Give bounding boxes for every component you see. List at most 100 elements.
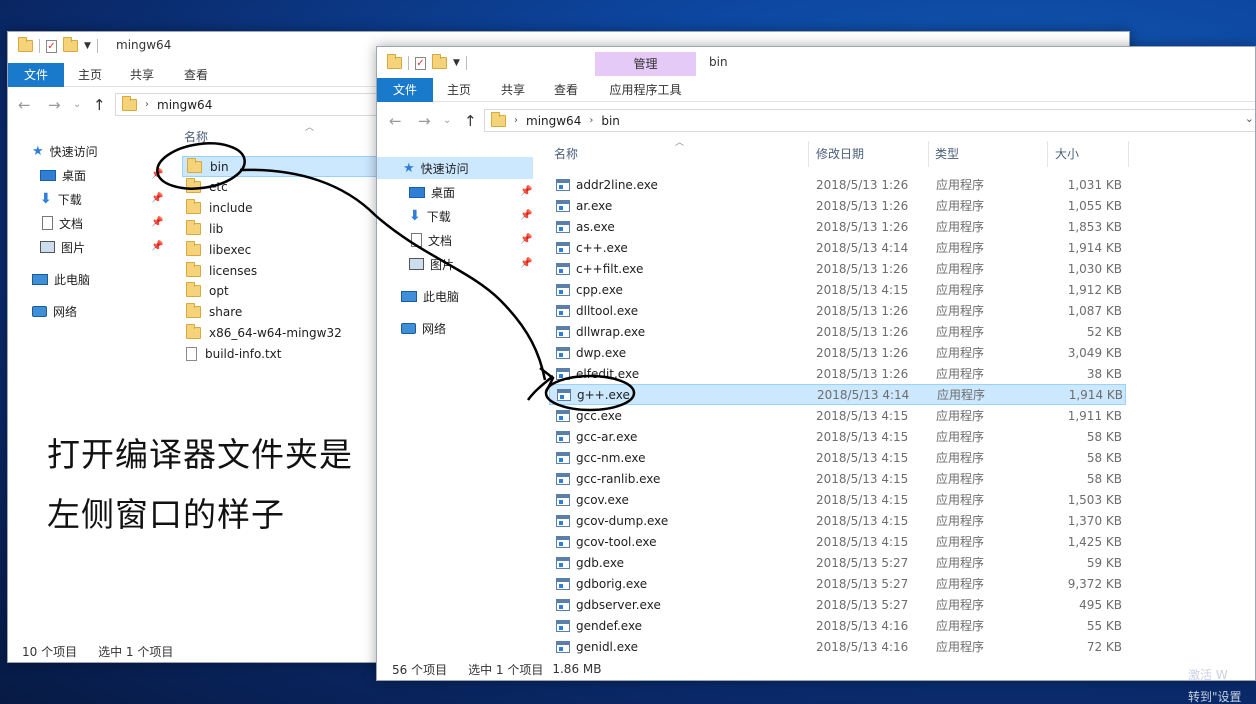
tab-view[interactable]: 查看 <box>546 78 586 102</box>
breadcrumb-bin[interactable]: bin <box>601 114 620 128</box>
tab-manage[interactable]: 管理 <box>595 52 696 76</box>
forward-arrow-icon[interactable]: → <box>418 112 431 130</box>
table-row[interactable]: dlltool.exe 2018/5/13 1:26 应用程序 1,087 KB <box>549 300 1126 321</box>
pin-icon[interactable]: 📌 <box>520 186 532 197</box>
table-row[interactable]: gcc.exe 2018/5/13 4:15 应用程序 1,911 KB <box>549 405 1126 426</box>
nav-this-pc[interactable]: 此电脑 <box>32 268 90 290</box>
column-header-type[interactable]: 类型 <box>935 141 1045 167</box>
pin-icon[interactable]: 📌 <box>520 234 532 245</box>
list-item[interactable]: lib <box>186 218 376 239</box>
properties-icon[interactable]: ✓ <box>46 39 57 53</box>
table-row[interactable]: gcov.exe 2018/5/13 4:15 应用程序 1,503 KB <box>549 489 1126 510</box>
pin-icon[interactable]: 📌 <box>520 258 532 269</box>
column-header-name[interactable]: 名称 <box>554 141 804 167</box>
breadcrumb-separator-icon[interactable]: › <box>145 99 149 110</box>
table-row[interactable]: as.exe 2018/5/13 1:26 应用程序 1,853 KB <box>549 216 1126 237</box>
column-divider[interactable] <box>1128 141 1129 167</box>
pin-icon[interactable]: 📌 <box>151 169 163 180</box>
back-arrow-icon[interactable]: ← <box>389 112 402 130</box>
list-item[interactable]: build-info.txt <box>186 343 376 364</box>
column-header-date[interactable]: 修改日期 <box>816 141 926 167</box>
tab-home[interactable]: 主页 <box>70 63 110 87</box>
table-row[interactable]: c++filt.exe 2018/5/13 1:26 应用程序 1,030 KB <box>549 258 1126 279</box>
list-item[interactable]: share <box>186 302 376 323</box>
tab-home[interactable]: 主页 <box>439 78 479 102</box>
pin-icon[interactable]: 📌 <box>151 241 163 252</box>
table-row[interactable]: gcc-ranlib.exe 2018/5/13 4:15 应用程序 58 KB <box>549 468 1126 489</box>
folder-icon[interactable] <box>18 37 33 52</box>
back-arrow-icon[interactable]: ← <box>18 96 31 114</box>
forward-arrow-icon[interactable]: → <box>48 96 61 114</box>
tab-file[interactable]: 文件 <box>377 78 433 102</box>
list-item[interactable]: opt <box>186 281 376 302</box>
table-row[interactable]: gcov-dump.exe 2018/5/13 4:15 应用程序 1,370 KB <box>549 510 1126 531</box>
chevron-down-icon[interactable]: ▼ <box>84 41 91 51</box>
breadcrumb-separator-icon[interactable]: › <box>514 115 518 126</box>
column-divider[interactable] <box>928 141 929 167</box>
recent-chevron-icon[interactable]: ⌄ <box>443 115 451 126</box>
table-row[interactable]: gcc-nm.exe 2018/5/13 4:15 应用程序 58 KB <box>549 447 1126 468</box>
column-divider[interactable] <box>808 141 809 167</box>
nav-this-pc[interactable]: 此电脑 <box>401 285 459 307</box>
new-folder-icon[interactable] <box>63 37 78 52</box>
column-header-size[interactable]: 大小 <box>1055 141 1125 167</box>
column-divider[interactable] <box>1047 141 1048 167</box>
list-item[interactable]: include <box>186 198 376 219</box>
recent-chevron-icon[interactable]: ⌄ <box>73 99 81 110</box>
nav-downloads[interactable]: ⬇ 下载 <box>40 188 82 210</box>
nav-quick-access[interactable]: ★ 快速访问 <box>377 157 533 179</box>
breadcrumb-separator-icon[interactable]: › <box>589 115 593 126</box>
nav-network[interactable]: 网络 <box>401 317 446 339</box>
table-row[interactable]: dllwrap.exe 2018/5/13 1:26 应用程序 52 KB <box>549 321 1126 342</box>
table-row[interactable]: addr2line.exe 2018/5/13 1:26 应用程序 1,031 KB <box>549 174 1126 195</box>
up-arrow-icon[interactable]: ↑ <box>464 112 477 130</box>
tab-file[interactable]: 文件 <box>8 63 64 87</box>
table-row[interactable]: gcov-tool.exe 2018/5/13 4:15 应用程序 1,425 KB <box>549 531 1126 552</box>
list-item[interactable]: bin <box>182 156 382 177</box>
table-row[interactable]: genidl.exe 2018/5/13 4:16 应用程序 72 KB <box>549 636 1126 657</box>
table-row[interactable]: dwp.exe 2018/5/13 1:26 应用程序 3,049 KB <box>549 342 1126 363</box>
address-input[interactable]: › mingw64 › bin ⌄ <box>484 109 1255 132</box>
column-header-name[interactable]: 名称 <box>184 124 384 150</box>
breadcrumb-mingw64[interactable]: mingw64 <box>526 114 581 128</box>
table-row[interactable]: ar.exe 2018/5/13 1:26 应用程序 1,055 KB <box>549 195 1126 216</box>
table-row[interactable]: gdbserver.exe 2018/5/13 5:27 应用程序 495 KB <box>549 594 1126 615</box>
folder-icon[interactable] <box>387 54 402 69</box>
nav-quick-access[interactable]: ★ 快速访问 <box>32 140 98 162</box>
table-row[interactable]: g++.exe 2018/5/13 4:14 应用程序 1,914 KB <box>549 384 1126 405</box>
up-arrow-icon[interactable]: ↑ <box>93 96 106 114</box>
nav-documents[interactable]: 文档 <box>42 212 83 234</box>
address-input[interactable]: › mingw64 <box>115 93 380 116</box>
nav-pictures[interactable]: 图片 <box>40 236 85 258</box>
table-row[interactable]: c++.exe 2018/5/13 4:14 应用程序 1,914 KB <box>549 237 1126 258</box>
list-item[interactable]: etc <box>186 177 376 198</box>
table-row[interactable]: gendef.exe 2018/5/13 4:16 应用程序 55 KB <box>549 615 1126 636</box>
nav-desktop[interactable]: 桌面 <box>40 164 86 186</box>
address-dropdown-chevron-icon[interactable]: ⌄ <box>1245 112 1254 125</box>
pin-icon[interactable]: 📌 <box>520 210 532 221</box>
table-row[interactable]: gcc-ar.exe 2018/5/13 4:15 应用程序 58 KB <box>549 426 1126 447</box>
tab-share[interactable]: 共享 <box>122 63 162 87</box>
tab-share[interactable]: 共享 <box>493 78 533 102</box>
table-row[interactable]: elfedit.exe 2018/5/13 1:26 应用程序 38 KB <box>549 363 1126 384</box>
chevron-down-icon[interactable]: ▼ <box>453 58 460 68</box>
nav-desktop[interactable]: 桌面 <box>409 181 455 203</box>
nav-pictures[interactable]: 图片 <box>409 253 454 275</box>
table-row[interactable]: cpp.exe 2018/5/13 4:15 应用程序 1,912 KB <box>549 279 1126 300</box>
tab-view[interactable]: 查看 <box>176 63 216 87</box>
new-folder-icon[interactable] <box>432 54 447 69</box>
list-item[interactable]: libexec <box>186 239 376 260</box>
tab-application-tools[interactable]: 应用程序工具 <box>595 78 696 102</box>
properties-icon[interactable]: ✓ <box>415 56 426 70</box>
list-item[interactable]: x86_64-w64-mingw32 <box>186 322 376 343</box>
breadcrumb-mingw64[interactable]: mingw64 <box>157 98 212 112</box>
pin-icon[interactable]: 📌 <box>151 193 163 204</box>
list-item[interactable]: licenses <box>186 260 376 281</box>
table-row[interactable]: gdborig.exe 2018/5/13 5:27 应用程序 9,372 KB <box>549 573 1126 594</box>
nav-network[interactable]: 网络 <box>32 300 77 322</box>
nav-downloads[interactable]: ⬇ 下载 <box>409 205 451 227</box>
file-date: 2018/5/13 4:15 <box>816 429 909 444</box>
pin-icon[interactable]: 📌 <box>151 217 163 228</box>
table-row[interactable]: gdb.exe 2018/5/13 5:27 应用程序 59 KB <box>549 552 1126 573</box>
nav-documents[interactable]: 文档 <box>411 229 452 251</box>
